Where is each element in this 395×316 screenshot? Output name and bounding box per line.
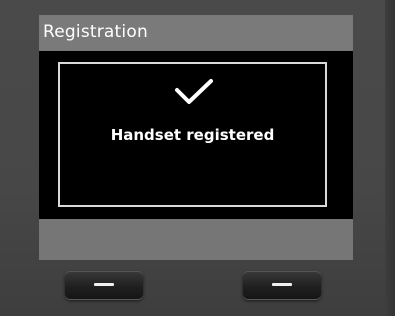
display-screen: Registration Handset registered bbox=[39, 15, 353, 260]
right-softkey-button[interactable] bbox=[243, 271, 321, 299]
phone-body: Registration Handset registered bbox=[0, 0, 395, 316]
check-icon bbox=[175, 79, 213, 104]
dash-icon bbox=[94, 283, 114, 286]
message-area: Handset registered bbox=[39, 51, 353, 219]
left-softkey-button[interactable] bbox=[65, 271, 143, 299]
screen-title: Registration bbox=[43, 22, 148, 42]
softkey-label-bar bbox=[39, 219, 353, 260]
dash-icon bbox=[272, 283, 292, 286]
confirmation-message: Handset registered bbox=[110, 126, 275, 144]
title-bar: Registration bbox=[39, 15, 353, 50]
confirmation-dialog: Handset registered bbox=[58, 62, 327, 207]
device-edge bbox=[385, 0, 395, 316]
